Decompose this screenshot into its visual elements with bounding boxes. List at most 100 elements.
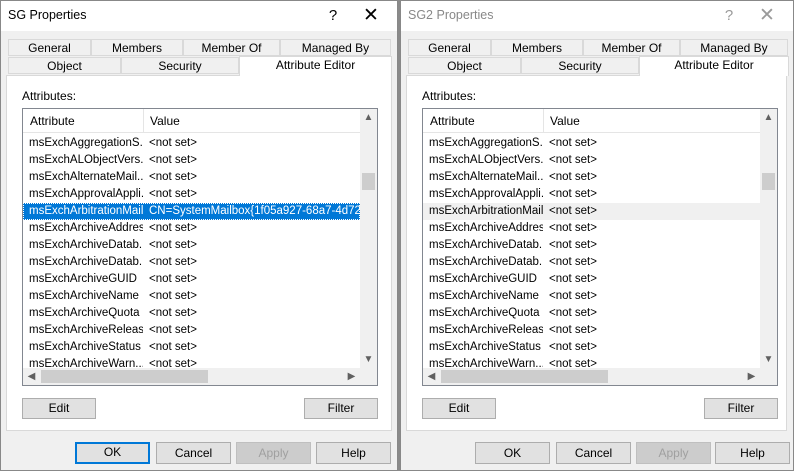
horizontal-scroll-thumb[interactable] <box>41 370 208 383</box>
attribute-editor-panel: Attributes: Attribute Value msExchAggreg… <box>6 75 392 431</box>
cancel-button[interactable]: Cancel <box>156 442 231 464</box>
close-icon[interactable]: ✕ <box>357 4 385 28</box>
scroll-left-icon[interactable]: ◀ <box>423 368 440 385</box>
attribute-value: <not set> <box>149 256 197 268</box>
attribute-row[interactable]: msExchArchiveDatab... <not set> <box>23 237 360 254</box>
attribute-row[interactable]: msExchArbitrationMail... <not set> <box>423 203 760 220</box>
cancel-button[interactable]: Cancel <box>556 442 631 464</box>
column-divider[interactable] <box>543 109 544 133</box>
attributes-list[interactable]: Attribute Value msExchAggregationS... <no… <box>422 108 778 386</box>
attribute-row[interactable]: msExchArchiveStatus <not set> <box>23 339 360 356</box>
attribute-name: msExchArchiveName <box>29 290 139 302</box>
attribute-row[interactable]: msExchArchiveName <not set> <box>23 288 360 305</box>
scroll-right-icon[interactable]: ▶ <box>343 368 360 385</box>
attribute-name: msExchArbitrationMail... <box>429 205 543 217</box>
ok-button[interactable]: OK <box>75 442 150 464</box>
column-header: Attribute Value <box>23 109 360 133</box>
attribute-row[interactable]: msExchArchiveDatab... <not set> <box>423 254 760 271</box>
tab-general[interactable]: General <box>408 39 491 56</box>
filter-button[interactable]: Filter <box>304 398 378 419</box>
attribute-row[interactable]: msExchArchiveQuota <not set> <box>423 305 760 322</box>
attribute-row[interactable]: msExchApprovalAppli... <not set> <box>423 186 760 203</box>
attribute-row[interactable]: msExchAggregationS... <not set> <box>23 135 360 152</box>
tab-attribute-editor[interactable]: Attribute Editor <box>239 56 392 76</box>
column-value[interactable]: Value <box>550 114 580 128</box>
column-attribute[interactable]: Attribute <box>430 114 475 128</box>
tab-member-of[interactable]: Member Of <box>183 39 280 56</box>
column-value[interactable]: Value <box>150 114 180 128</box>
attribute-value: <not set> <box>549 324 597 336</box>
title-bar: SG Properties ? ✕ <box>1 1 397 31</box>
attribute-row[interactable]: msExchArchiveAddress <not set> <box>423 220 760 237</box>
sg2-properties-dialog: SG2 Properties ? ✕ General Members Membe… <box>400 0 794 471</box>
scroll-up-icon[interactable]: ▲ <box>360 109 377 126</box>
scroll-down-icon[interactable]: ▼ <box>360 351 377 368</box>
attribute-row[interactable]: msExchArchiveRelease <not set> <box>23 322 360 339</box>
column-attribute[interactable]: Attribute <box>30 114 75 128</box>
attribute-row[interactable]: msExchALObjectVers... <not set> <box>23 152 360 169</box>
filter-button[interactable]: Filter <box>704 398 778 419</box>
ok-button[interactable]: OK <box>475 442 550 464</box>
vertical-scroll-thumb[interactable] <box>762 173 775 190</box>
attributes-list[interactable]: Attribute Value msExchAggregationS... <no… <box>22 108 378 386</box>
help-button[interactable]: Help <box>316 442 391 464</box>
attribute-name: msExchArchiveAddress <box>429 222 543 234</box>
attribute-row[interactable]: msExchApprovalAppli... <not set> <box>23 186 360 203</box>
apply-button[interactable]: Apply <box>636 442 711 464</box>
attribute-name: msExchArchiveDatab... <box>29 239 143 251</box>
tab-managed-by[interactable]: Managed By <box>280 39 391 56</box>
tab-attribute-editor[interactable]: Attribute Editor <box>639 56 789 76</box>
column-header: Attribute Value <box>423 109 760 133</box>
attribute-row[interactable]: msExchArchiveStatus <not set> <box>423 339 760 356</box>
tab-general[interactable]: General <box>8 39 91 56</box>
attribute-row[interactable]: msExchArchiveQuota <not set> <box>23 305 360 322</box>
tab-member-of[interactable]: Member Of <box>583 39 680 56</box>
attribute-rows: msExchAggregationS... <not set> msExchALOb… <box>23 135 360 373</box>
attribute-row[interactable]: msExchAlternateMail... <not set> <box>423 169 760 186</box>
help-button[interactable]: Help <box>715 442 790 464</box>
edit-button[interactable]: Edit <box>22 398 96 419</box>
vertical-scrollbar[interactable]: ▲ ▼ <box>360 109 377 368</box>
attribute-row[interactable]: msExchArchiveGUID <not set> <box>23 271 360 288</box>
attribute-name: msExchAggregationS... <box>29 137 143 149</box>
column-divider[interactable] <box>143 109 144 133</box>
attribute-value: <not set> <box>149 341 197 353</box>
edit-button[interactable]: Edit <box>422 398 496 419</box>
attribute-row[interactable]: msExchArchiveDatab... <not set> <box>23 254 360 271</box>
tab-security[interactable]: Security <box>521 57 639 74</box>
help-icon[interactable]: ? <box>319 4 347 28</box>
attribute-row[interactable]: msExchArchiveDatab... <not set> <box>423 237 760 254</box>
scroll-down-icon[interactable]: ▼ <box>760 351 777 368</box>
scroll-right-icon[interactable]: ▶ <box>743 368 760 385</box>
scroll-corner <box>360 368 377 385</box>
attribute-name: msExchALObjectVers... <box>429 154 543 166</box>
help-icon[interactable]: ? <box>715 4 743 28</box>
apply-button[interactable]: Apply <box>236 442 311 464</box>
attribute-row[interactable]: msExchArchiveGUID <not set> <box>423 271 760 288</box>
attribute-row[interactable]: msExchArchiveName <not set> <box>423 288 760 305</box>
attribute-value: <not set> <box>549 256 597 268</box>
tab-object[interactable]: Object <box>8 57 121 74</box>
attribute-value: <not set> <box>149 222 197 234</box>
attribute-name: msExchArchiveRelease <box>429 324 543 336</box>
attribute-row[interactable]: msExchArchiveRelease <not set> <box>423 322 760 339</box>
tab-managed-by[interactable]: Managed By <box>680 39 788 56</box>
scroll-left-icon[interactable]: ◀ <box>23 368 40 385</box>
vertical-scrollbar[interactable]: ▲ ▼ <box>760 109 777 368</box>
tab-security[interactable]: Security <box>121 57 239 74</box>
horizontal-scroll-thumb[interactable] <box>441 370 608 383</box>
tab-object[interactable]: Object <box>408 57 521 74</box>
horizontal-scrollbar[interactable]: ◀ ▶ <box>423 368 777 385</box>
attribute-row[interactable]: msExchArbitrationMail... CN=SystemMailbox… <box>23 203 360 220</box>
tab-members[interactable]: Members <box>91 39 183 56</box>
tab-members[interactable]: Members <box>491 39 583 56</box>
vertical-scroll-thumb[interactable] <box>362 173 375 190</box>
attribute-value: <not set> <box>149 290 197 302</box>
attribute-row[interactable]: msExchAggregationS... <not set> <box>423 135 760 152</box>
attribute-row[interactable]: msExchAlternateMail... <not set> <box>23 169 360 186</box>
attribute-row[interactable]: msExchArchiveAddress <not set> <box>23 220 360 237</box>
scroll-up-icon[interactable]: ▲ <box>760 109 777 126</box>
horizontal-scrollbar[interactable]: ◀ ▶ <box>23 368 377 385</box>
attribute-row[interactable]: msExchALObjectVers... <not set> <box>423 152 760 169</box>
close-icon[interactable]: ✕ <box>753 4 781 28</box>
